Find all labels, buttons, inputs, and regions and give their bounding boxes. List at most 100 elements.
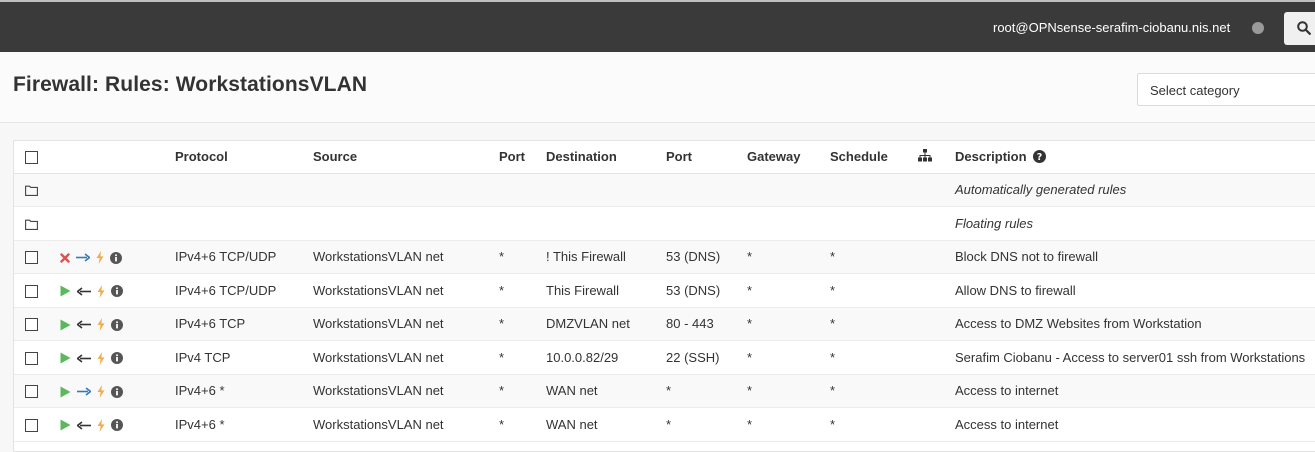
table-row[interactable]: IPv4+6 * WorkstationsVLAN net * WAN net * * * A… (14, 374, 1315, 408)
cell-source-port: * (499, 349, 505, 365)
cell-description: Serafim Ciobanu - Access to server01 ssh… (955, 349, 1306, 365)
cell-source-port: * (499, 416, 505, 432)
pass-play-icon[interactable] (60, 419, 71, 431)
arrow-left-icon (76, 353, 91, 363)
cell-destination: ! This Firewall (546, 249, 626, 265)
cell-gateway: * (747, 349, 753, 365)
status-dot-icon[interactable] (1252, 22, 1264, 34)
arrow-right-icon (77, 387, 92, 396)
group-label: Floating rules (955, 215, 1034, 231)
rules-table-container: Protocol Source Port Destination Port Ga… (13, 140, 1315, 452)
cell-source: WorkstationsVLAN net (313, 416, 444, 432)
bolt-icon[interactable] (97, 385, 105, 399)
help-circle-icon[interactable]: ? (1033, 150, 1047, 164)
cell-destination-port: * (666, 416, 672, 432)
row-checkbox[interactable] (25, 318, 38, 332)
bolt-icon[interactable] (96, 251, 104, 265)
bolt-icon[interactable] (97, 351, 105, 365)
cell-source-port: * (499, 249, 505, 265)
header-destination[interactable]: Destination (546, 141, 666, 174)
cell-description: Allow DNS to firewall (955, 282, 1076, 298)
header-description[interactable]: Description (955, 149, 1027, 164)
row-checkbox[interactable] (25, 284, 38, 298)
header-schedule[interactable]: Schedule (830, 141, 918, 174)
table-row[interactable]: IPv4+6 TCP WorkstationsVLAN net * DMZVLAN n… (14, 307, 1315, 341)
bolt-icon[interactable] (97, 318, 105, 332)
table-row[interactable]: IPv4+6 TCP/UDP WorkstationsVLAN net * This … (14, 273, 1315, 307)
arrow-left-icon (76, 320, 91, 329)
info-circle-icon[interactable] (111, 419, 123, 432)
cell-gateway: * (747, 383, 753, 399)
rule-status-icons (60, 351, 123, 365)
cell-schedule: * (830, 316, 836, 332)
cell-schedule: * (830, 349, 836, 365)
rule-status-icons (60, 385, 123, 399)
rule-status-icons (60, 418, 123, 432)
row-checkbox[interactable] (25, 418, 38, 432)
cell-destination-port: 22 (SSH) (666, 349, 720, 365)
cell-description: Access to DMZ Websites from Workstation (955, 316, 1202, 332)
arrow-right-icon (76, 253, 91, 262)
cell-protocol: IPv4+6 * (175, 383, 225, 399)
search-button[interactable] (1284, 12, 1315, 45)
cell-gateway: * (747, 249, 753, 265)
cell-description: Access to internet (955, 416, 1059, 432)
group-row-floating[interactable]: Floating rules (14, 206, 1315, 240)
cell-schedule: * (830, 282, 836, 298)
table-row[interactable]: IPv4 TCP WorkstationsVLAN net * 10.0.0.82/2… (14, 340, 1315, 374)
header-source[interactable]: Source (313, 141, 499, 174)
row-checkbox[interactable] (25, 351, 38, 365)
cell-source-port: * (499, 282, 505, 298)
arrow-left-icon (76, 420, 91, 430)
cell-schedule: * (830, 249, 836, 265)
pass-play-icon[interactable] (60, 386, 71, 398)
header-destination-port[interactable]: Port (666, 141, 747, 174)
cell-gateway: * (747, 282, 753, 298)
block-x-icon[interactable] (60, 252, 70, 263)
cell-schedule: * (830, 416, 836, 432)
cell-destination-port: 53 (DNS) (666, 249, 721, 265)
table-row[interactable]: IPv4+6 TCP/UDP WorkstationsVLAN net * ! Thi… (14, 240, 1315, 274)
info-circle-icon[interactable] (110, 251, 122, 264)
rule-status-icons (60, 251, 122, 265)
select-all-checkbox[interactable] (25, 151, 38, 165)
pass-play-icon[interactable] (60, 352, 71, 364)
cell-source-port: * (499, 383, 505, 399)
top-navbar: root@OPNsense-serafim-ciobanu.nis.net (0, 0, 1315, 52)
bolt-icon[interactable] (97, 284, 105, 298)
cell-gateway: * (747, 416, 753, 432)
info-circle-icon[interactable] (111, 318, 123, 331)
header-gateway[interactable]: Gateway (747, 141, 830, 174)
pass-play-icon[interactable] (60, 285, 71, 297)
header-protocol[interactable]: Protocol (175, 141, 313, 174)
cell-destination: This Firewall (546, 282, 619, 298)
cell-destination-port: 53 (DNS) (666, 282, 721, 298)
cell-destination: 10.0.0.82/29 (546, 349, 619, 365)
cell-source: WorkstationsVLAN net (313, 349, 444, 365)
cell-destination-port: * (666, 383, 672, 399)
group-row-automatic[interactable]: Automatically generated rules (14, 173, 1315, 207)
table-header-row: Protocol Source Port Destination Port Ga… (14, 141, 1315, 174)
info-circle-icon[interactable] (111, 385, 123, 398)
rules-table: Protocol Source Port Destination Port Ga… (14, 141, 1315, 442)
cell-description: Access to internet (955, 383, 1059, 399)
pass-play-icon[interactable] (60, 319, 71, 331)
row-checkbox[interactable] (25, 385, 38, 399)
user-menu[interactable]: root@OPNsense-serafim-ciobanu.nis.net (993, 20, 1230, 35)
rule-status-icons (60, 318, 123, 332)
row-checkbox[interactable] (25, 251, 38, 265)
table-row[interactable]: IPv4+6 * WorkstationsVLAN net * WAN net * * * A… (14, 407, 1315, 441)
cell-protocol: IPv4+6 TCP/UDP (175, 282, 277, 298)
cell-source: WorkstationsVLAN net (313, 316, 444, 332)
bolt-icon[interactable] (97, 418, 105, 432)
info-circle-icon[interactable] (111, 352, 123, 365)
info-circle-icon[interactable] (111, 285, 123, 298)
cell-protocol: IPv4+6 TCP/UDP (175, 249, 277, 265)
category-select[interactable]: Select category (1137, 73, 1315, 106)
cell-protocol: IPv4 TCP (175, 349, 231, 365)
cell-protocol: IPv4+6 TCP (175, 316, 246, 332)
header-source-port[interactable]: Port (499, 141, 546, 174)
sitemap-icon (918, 148, 932, 162)
arrow-left-icon (76, 286, 91, 296)
group-label: Automatically generated rules (955, 182, 1127, 198)
